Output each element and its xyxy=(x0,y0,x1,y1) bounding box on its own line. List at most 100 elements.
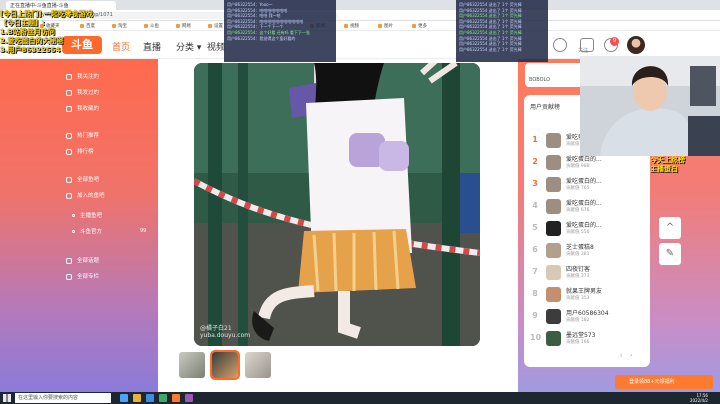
site-header: 斗鱼 首页 直播 分类 ▾ 视频 关注 9 xyxy=(0,31,720,59)
photo-thumbnail-selected[interactable] xyxy=(210,350,240,380)
rank-avatar xyxy=(546,221,561,236)
pager-prev-button[interactable]: ‹ xyxy=(620,352,622,359)
browser-tabbar: 正在直播中-斗鱼直播-斗鱼 xyxy=(0,0,720,10)
search-icon[interactable] xyxy=(553,38,567,52)
sidebar-item-columns[interactable]: 全部专栏 xyxy=(66,272,99,280)
heart-icon xyxy=(66,73,72,80)
grid-icon xyxy=(66,176,72,183)
follow-label: 关注 xyxy=(578,48,589,54)
sidebar-item-label: 斗鱼官方 xyxy=(80,229,103,235)
clock-date: 2022/4/2 xyxy=(690,398,708,403)
chat-overlay-right: 用户86322554 送出了 1个 荧光棒 用户86322554 送出了 1个 … xyxy=(456,0,548,62)
sidebar-item-hot[interactable]: 热门推荐 xyxy=(66,131,99,139)
nav-home[interactable]: 首页 xyxy=(112,40,130,53)
sidebar-item-following[interactable]: 我关注的 xyxy=(66,72,99,80)
taskbar-clock[interactable]: 17:56 2022/4/2 xyxy=(690,393,708,403)
edge-icon[interactable] xyxy=(146,394,154,402)
webcam-overlay: 今天上热榜 主播蛋白 xyxy=(650,156,685,174)
sidebar-item-topics[interactable]: 全部话题 xyxy=(66,256,99,264)
overlay-line: 【今日主题】: xyxy=(0,19,45,27)
ranking-row[interactable]: 10 墨远堂573 贡献值 166 xyxy=(530,329,642,351)
rank-avatar xyxy=(546,177,561,192)
rank-avatar xyxy=(546,155,561,170)
photo-thumbnail[interactable] xyxy=(245,352,271,378)
obs-icon[interactable] xyxy=(185,394,193,402)
taskbar-search-input[interactable]: 在这里输入你要搜索的内容 xyxy=(15,393,111,403)
notification-badge: 9 xyxy=(610,37,619,46)
ranking-title: 用户贡献榜 xyxy=(530,104,561,111)
rank-name: 爱吃蛋白的... xyxy=(566,222,602,229)
rank-number: 4 xyxy=(532,201,538,210)
ranking-pager: ‹ › xyxy=(620,352,632,359)
sidebar-item-rank[interactable]: 排行榜 xyxy=(66,147,94,155)
login-notice[interactable]: 登录领88+元领福利 xyxy=(615,375,713,389)
post-content: @橘子白21 yuba.douyu.com xyxy=(158,59,518,392)
rank-sub: 贡献值 166 xyxy=(566,340,590,345)
windows-taskbar: 在这里输入你要搜索的内容 17:56 2022/4/2 xyxy=(0,392,720,404)
windows-start-icon[interactable] xyxy=(3,394,11,402)
bookmark-item[interactable]: 网易 xyxy=(176,23,191,29)
sidebar-item-label: 我发过的 xyxy=(77,90,100,96)
nav-video[interactable]: 视频 xyxy=(207,40,225,53)
ranking-row[interactable]: 7 四夜钉客 贡献值 373 xyxy=(530,263,642,285)
sidebar-item-anchor[interactable]: 主播鱼吧 xyxy=(72,211,102,219)
bookmark-item[interactable]: 淘宝 xyxy=(112,23,127,29)
rank-sub: 贡献值 550 xyxy=(566,230,590,235)
rank-number: 10 xyxy=(530,333,542,342)
nav-category[interactable]: 分类 ▾ xyxy=(176,40,201,53)
chrome-icon[interactable] xyxy=(159,394,167,402)
bookmark-item[interactable]: 图片 xyxy=(378,23,393,29)
star-icon xyxy=(66,105,72,112)
group-icon xyxy=(66,192,72,199)
ranking-row[interactable]: 8 就果王牌男友 贡献值 353 xyxy=(530,285,642,307)
rank-number: 5 xyxy=(532,223,538,232)
sidebar-item-joined[interactable]: 加入的鱼吧 xyxy=(66,191,105,199)
rank-avatar xyxy=(546,309,561,324)
rank-number: 2 xyxy=(532,157,538,166)
bookmark-item[interactable]: 视频 xyxy=(344,23,359,29)
nav-live[interactable]: 直播 xyxy=(143,40,161,53)
file-explorer-icon[interactable] xyxy=(133,394,141,402)
sidebar-item-label: 全部话题 xyxy=(77,258,100,264)
sidebar-item-official[interactable]: 斗鱼官方 xyxy=(72,227,102,235)
pager-next-button[interactable]: › xyxy=(630,352,632,359)
bookmark-item[interactable]: 设置 xyxy=(208,23,223,29)
sidebar-item-favorites[interactable]: 我收藏的 xyxy=(66,104,99,112)
rank-name: 墨远堂573 xyxy=(566,332,596,339)
rank-name: 爱吃蛋白的... xyxy=(566,200,602,207)
douyu-app-icon[interactable] xyxy=(172,394,180,402)
profile-card[interactable]: BOBOLO xyxy=(525,63,587,87)
photo-illustration xyxy=(194,63,480,346)
sidebar-item-posted[interactable]: 我发过的 xyxy=(66,88,99,96)
ranking-row[interactable]: 5 爱吃蛋白的... 贡献值 550 xyxy=(530,219,642,241)
rank-name: 芝士蛋糕8 xyxy=(566,244,594,251)
taskview-icon[interactable] xyxy=(120,394,128,402)
watermark-line: yuba.douyu.com xyxy=(200,332,251,339)
chat-message: 用户86322554：我觉得这个蛮好看的 xyxy=(227,35,296,41)
ranking-row[interactable]: 6 芝士蛋糕8 贡献值 381 xyxy=(530,241,642,263)
rank-number: 6 xyxy=(532,245,538,254)
sidebar-item-label: 热门推荐 xyxy=(77,133,100,139)
screen: 正在直播中-斗鱼直播-斗鱼 yubadouyu.com/group/1071 收… xyxy=(0,0,720,404)
bookmark-item[interactable]: 更多 xyxy=(412,23,427,29)
post-photo[interactable]: @橘子白21 yuba.douyu.com xyxy=(194,63,480,346)
sidebar-item-all-groups[interactable]: 全部鱼吧 xyxy=(66,175,99,183)
sidebar-item-label: 加入的鱼吧 xyxy=(77,193,105,199)
sidebar-item-label: 排行榜 xyxy=(77,149,94,155)
rank-sub: 贡献值 182 xyxy=(566,318,590,323)
official-icon xyxy=(72,230,75,233)
edit-post-button[interactable]: ✎ xyxy=(659,243,681,265)
scroll-top-button[interactable]: ^ xyxy=(659,217,681,239)
ranking-row[interactable]: 9 用户60586304 贡献值 182 xyxy=(530,307,642,329)
ranking-row[interactable]: 3 爱吃蛋白的... 贡献值 765 xyxy=(530,175,642,197)
browser-tab[interactable]: 正在直播中-斗鱼直播-斗鱼 xyxy=(6,1,116,10)
rank-number: 3 xyxy=(532,179,538,188)
photo-thumbnail[interactable] xyxy=(179,352,205,378)
rank-icon xyxy=(66,148,72,155)
bookmark-item[interactable]: 斗鱼 xyxy=(144,23,159,29)
overlay-line: [今日上热门] 一起吃零食游戏 xyxy=(0,10,93,18)
ranking-row[interactable]: 4 爱吃蛋白的... 贡献值 676 xyxy=(530,197,642,219)
user-avatar[interactable] xyxy=(627,36,645,54)
ranking-row[interactable]: 2 爱吃蛋白的... 贡献值 988 xyxy=(530,153,642,175)
rank-number: 7 xyxy=(532,267,538,276)
